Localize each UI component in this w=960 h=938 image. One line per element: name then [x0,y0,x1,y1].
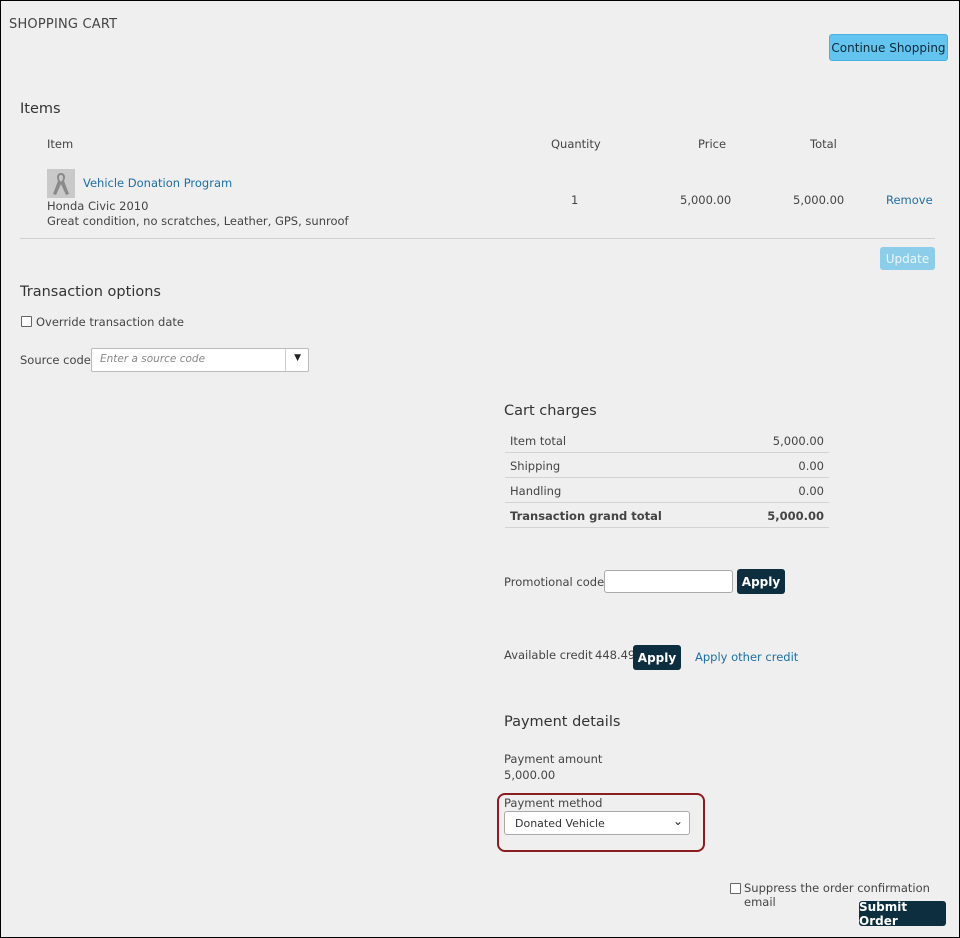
item-total: 5,000.00 [793,193,845,207]
charge-row-shipping: Shipping 0.00 [505,453,829,478]
remove-item-link[interactable]: Remove [886,193,933,207]
payment-amount-value: 5,000.00 [504,768,556,782]
cart-charges-table: Item total 5,000.00 Shipping 0.00 Handli… [505,428,829,528]
override-date-label: Override transaction date [36,315,184,329]
available-credit-amount: 448.49 [595,648,636,662]
item-description-line1: Honda Civic 2010 [47,199,149,213]
chevron-down-icon: ⌄ [672,814,683,828]
cart-charges-heading: Cart charges [504,403,597,419]
source-code-placeholder: Enter a source code [100,353,206,365]
source-code-input[interactable]: Enter a source code ▼ [91,348,309,372]
charge-row-handling: Handling 0.00 [505,478,829,503]
apply-other-credit-link[interactable]: Apply other credit [695,650,798,664]
source-code-divider [285,349,286,371]
suppress-email-checkbox[interactable] [730,883,741,894]
charge-value: 0.00 [798,484,824,498]
available-credit-label: Available credit [504,648,593,662]
caret-down-icon[interactable]: ▼ [294,353,301,363]
payment-method-label: Payment method [504,796,603,810]
charge-label: Shipping [510,459,561,473]
update-button[interactable]: Update [880,247,935,270]
promo-code-input[interactable] [604,570,733,593]
charge-label: Handling [510,484,562,498]
item-description-line2: Great condition, no scratches, Leather, … [47,214,349,228]
charge-value: 0.00 [798,459,824,473]
items-divider [20,238,935,239]
apply-promo-button[interactable]: Apply [737,569,785,594]
continue-shopping-button[interactable]: Continue Shopping [829,34,948,61]
payment-details-heading: Payment details [504,714,621,730]
items-heading: Items [20,101,61,117]
apply-credit-button[interactable]: Apply [633,645,681,670]
charge-label: Item total [510,434,567,448]
charge-value: 5,000.00 [767,509,824,523]
page-title: SHOPPING CART [9,17,118,32]
payment-method-select[interactable]: Donated Vehicle ⌄ [504,811,690,835]
charge-label: Transaction grand total [510,509,662,523]
ribbon-icon [47,169,75,198]
submit-order-button[interactable]: Submit Order [859,900,946,928]
column-header-item: Item [47,137,74,151]
override-date-checkbox[interactable] [21,316,32,327]
transaction-options-heading: Transaction options [20,284,161,300]
promo-code-label: Promotional code [504,575,605,589]
payment-amount-label: Payment amount [504,752,603,766]
item-quantity: 1 [571,193,579,207]
column-header-total: Total [810,137,837,151]
charge-value: 5,000.00 [772,434,824,448]
charge-row-item-total: Item total 5,000.00 [505,428,829,453]
source-code-label: Source code [20,353,91,367]
item-name-link[interactable]: Vehicle Donation Program [83,176,232,190]
column-header-quantity: Quantity [551,137,601,151]
column-header-price: Price [698,137,727,151]
payment-method-value: Donated Vehicle [515,817,605,830]
charge-row-grand-total: Transaction grand total 5,000.00 [505,503,829,528]
shopping-cart-page: SHOPPING CART Continue Shopping Items It… [0,0,960,938]
item-price: 5,000.00 [680,193,732,207]
